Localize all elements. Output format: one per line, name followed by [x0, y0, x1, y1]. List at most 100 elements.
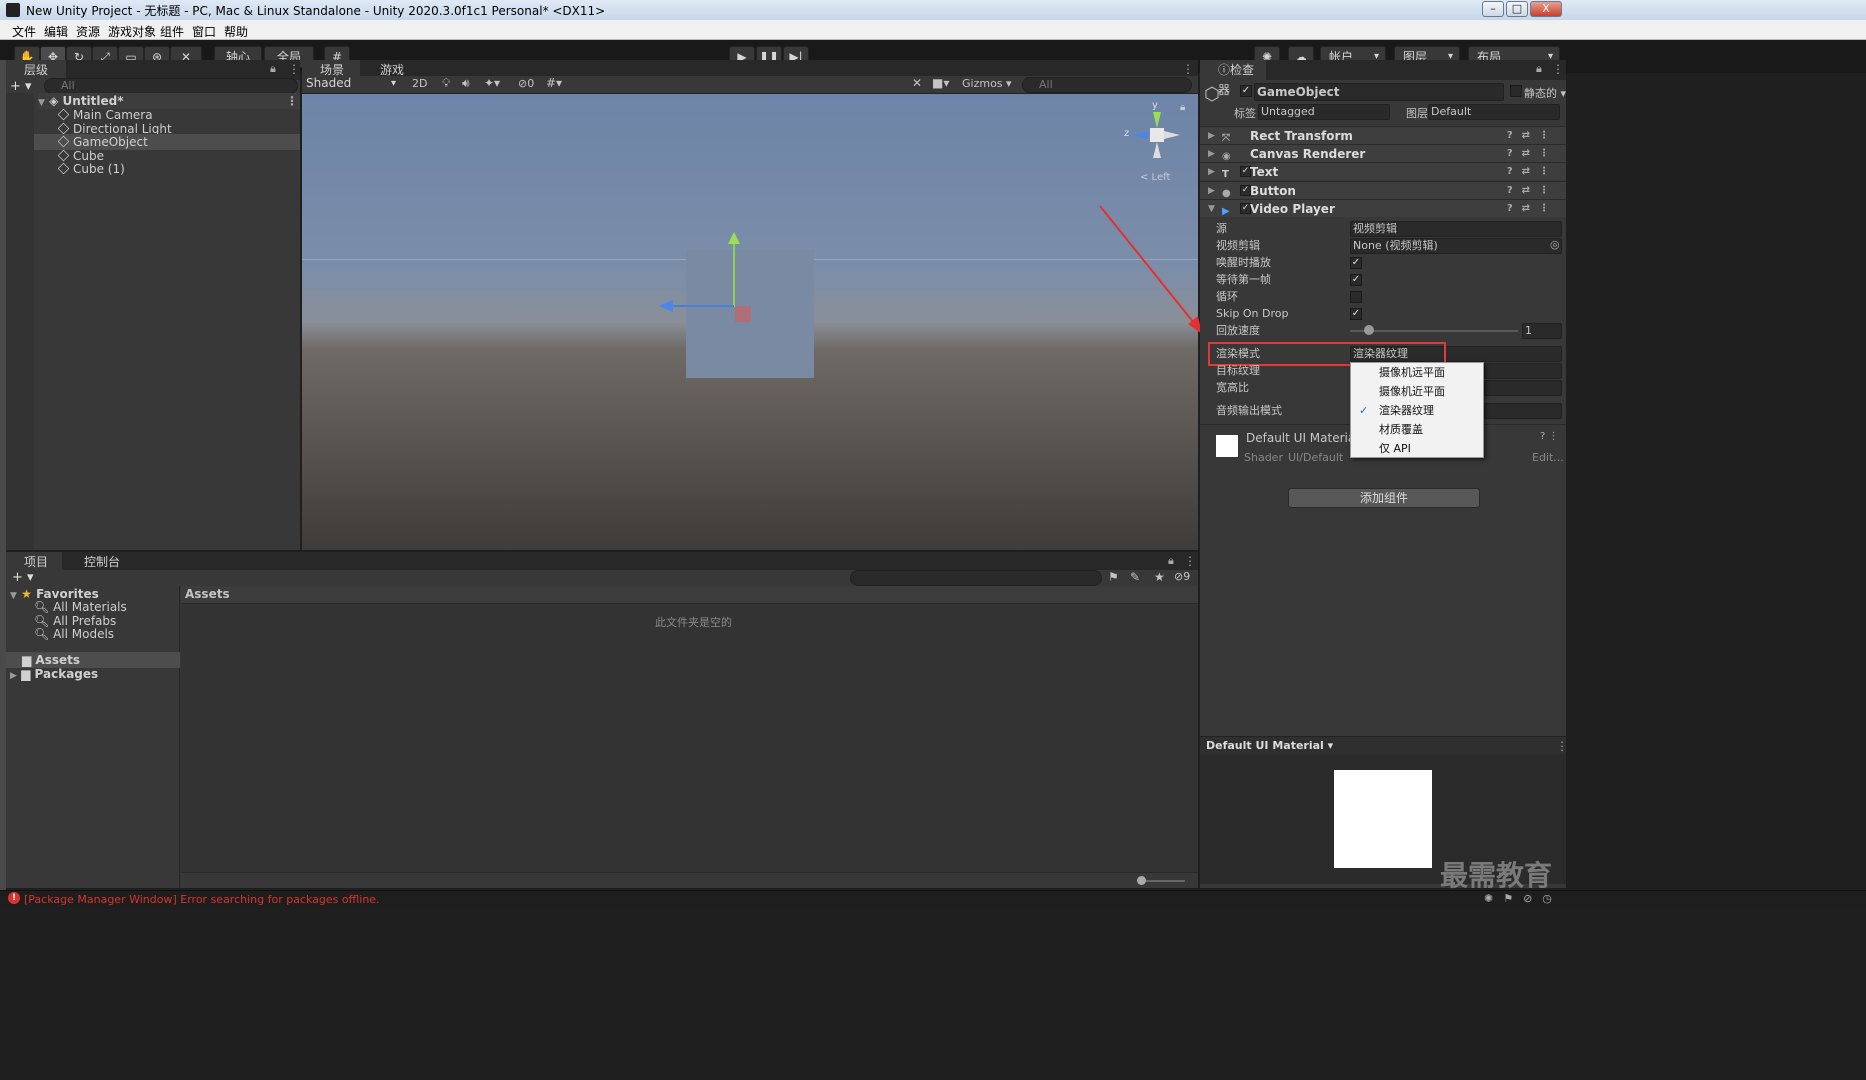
- tab-hierarchy[interactable]: 层级: [6, 60, 66, 80]
- shading-mode-dropdown[interactable]: Shaded: [304, 76, 402, 93]
- project-more-icon[interactable]: ⋮: [1184, 554, 1196, 568]
- scene-viewport[interactable]: y z < Left 🔒︎: [302, 94, 1198, 550]
- audio-output-dropdown[interactable]: [1484, 403, 1562, 419]
- source-dropdown[interactable]: 视频剪辑: [1350, 221, 1562, 237]
- component-tools-icons[interactable]: ?⇄⋮: [1507, 145, 1558, 163]
- static-dropdown[interactable]: 静态的 ▾: [1524, 85, 1566, 101]
- favorites-star-icon[interactable]: ★: [1154, 570, 1165, 584]
- inspector-lock-icon[interactable]: 🔒︎: [1536, 62, 1542, 76]
- loop-checkbox[interactable]: [1350, 291, 1362, 303]
- packages-folder-row[interactable]: ▶ ▆ Packages: [10, 666, 98, 682]
- effects-toggle-icon[interactable]: ✦▾: [484, 76, 500, 90]
- move-gizmo-x-arrow[interactable]: [659, 300, 673, 312]
- playback-speed-slider-track[interactable]: [1350, 330, 1518, 332]
- status-tool-icons[interactable]: ✺⚑⊘◷: [1484, 892, 1562, 905]
- status-error-message[interactable]: [Package Manager Window] Error searching…: [24, 893, 380, 906]
- add-component-button[interactable]: 添加组件: [1288, 488, 1480, 508]
- menu-assets[interactable]: 资源: [76, 23, 100, 40]
- maximize-button[interactable]: □: [1506, 1, 1528, 17]
- menu-gameobject[interactable]: 游戏对象: [108, 23, 156, 40]
- gizmo-center-cube[interactable]: [1150, 128, 1164, 142]
- menu-option-render-texture[interactable]: ✓ 渲染器纹理: [1351, 401, 1485, 420]
- play-on-awake-checkbox[interactable]: ✓: [1350, 257, 1362, 269]
- menu-option-material-override[interactable]: 材质覆盖: [1351, 420, 1485, 439]
- component-video-player[interactable]: ▼ ▶ ✓ Video Player ?⇄⋮: [1200, 199, 1566, 217]
- gizmo-x-cone[interactable]: [1164, 131, 1180, 139]
- gizmos-dropdown[interactable]: Gizmos ▾: [962, 77, 1012, 90]
- gameobject-name-field[interactable]: GameObject: [1254, 83, 1504, 101]
- component-tools-icons[interactable]: ?⇄⋮: [1507, 163, 1558, 181]
- menu-edit[interactable]: 编辑: [44, 23, 68, 40]
- gizmo-neg-y-cone[interactable]: [1153, 142, 1161, 158]
- add-object-button[interactable]: + ▾: [10, 79, 32, 94]
- playback-speed-field[interactable]: 1: [1522, 323, 1562, 339]
- audio-toggle-icon[interactable]: 🔊︎: [462, 76, 470, 91]
- component-canvas-renderer[interactable]: ▶ ◉ Canvas Renderer ?⇄⋮: [1200, 144, 1566, 162]
- camera-icon[interactable]: ■▾: [932, 76, 949, 90]
- preview-title-dropdown[interactable]: Default UI Material ▾: [1206, 739, 1333, 752]
- 2d-toggle[interactable]: 2D: [412, 77, 427, 90]
- menu-component[interactable]: 组件: [160, 23, 184, 40]
- minimize-button[interactable]: –: [1482, 1, 1504, 17]
- tab-inspector[interactable]: ⓘ检查器: [1200, 60, 1266, 97]
- material-tools-icons[interactable]: ? ⋮: [1540, 431, 1559, 442]
- static-checkbox[interactable]: [1510, 85, 1522, 97]
- aspect-ratio-dropdown[interactable]: [1484, 380, 1562, 396]
- favorite-all-models[interactable]: 🔍︎ All Models: [34, 626, 114, 642]
- menu-file[interactable]: 文件: [12, 23, 36, 40]
- lighting-toggle-icon[interactable]: 💡︎: [442, 76, 450, 91]
- hierarchy-item-cube-1[interactable]: Cube (1): [57, 161, 300, 177]
- tab-project[interactable]: 项目: [6, 552, 62, 572]
- preview-more-icon[interactable]: ⋮: [1556, 739, 1568, 753]
- component-button[interactable]: ▶ ● ✓ Button ?⇄⋮: [1200, 181, 1566, 199]
- gizmo-lock-icon[interactable]: 🔒︎: [1180, 102, 1185, 113]
- component-tools-icons[interactable]: ?⇄⋮: [1507, 182, 1558, 200]
- hierarchy-search-input[interactable]: All: [44, 78, 298, 94]
- create-asset-button[interactable]: + ▾: [12, 570, 34, 585]
- menu-option-far-plane[interactable]: 摄像机远平面: [1351, 363, 1485, 382]
- more-icon[interactable]: ⋮: [288, 62, 300, 76]
- lock-icon[interactable]: 🔒︎: [270, 62, 276, 76]
- icon-size-slider-handle[interactable]: [1137, 876, 1146, 885]
- shader-edit-button[interactable]: Edit...: [1532, 451, 1564, 464]
- menu-window[interactable]: 窗口: [192, 23, 216, 40]
- tools-icon[interactable]: ✕: [912, 76, 922, 90]
- menu-option-near-plane[interactable]: 摄像机近平面: [1351, 382, 1485, 401]
- skip-on-drop-checkbox[interactable]: ✓: [1350, 308, 1362, 320]
- move-gizmo-y-axis[interactable]: [733, 239, 735, 307]
- shader-value[interactable]: UI/Default: [1288, 451, 1343, 464]
- scene-more-icon[interactable]: ⋮: [1182, 62, 1194, 76]
- search-by-type-icon[interactable]: ⚑: [1108, 570, 1119, 584]
- tab-console[interactable]: 控制台: [66, 552, 132, 572]
- hidden-packages-toggle[interactable]: ⊘9: [1174, 570, 1190, 583]
- inspector-more-icon[interactable]: ⋮: [1552, 62, 1564, 76]
- hidden-objects-toggle[interactable]: ⊘0: [518, 77, 534, 90]
- grid-toggle-icon[interactable]: #▾: [546, 76, 562, 90]
- component-tools-icons[interactable]: ?⇄⋮: [1507, 200, 1558, 218]
- breadcrumb[interactable]: Assets: [185, 587, 230, 601]
- gizmo-y-cone[interactable]: [1153, 112, 1161, 128]
- close-button[interactable]: X: [1530, 1, 1562, 17]
- move-gizmo-plane-handle[interactable]: [735, 306, 751, 322]
- menu-help[interactable]: 帮助: [224, 23, 248, 40]
- component-rect-transform[interactable]: ▶ ⤧ Rect Transform ?⇄⋮: [1200, 126, 1566, 144]
- move-gizmo-y-arrow[interactable]: [728, 232, 740, 244]
- move-gizmo-x-axis[interactable]: [672, 305, 734, 307]
- search-by-label-icon[interactable]: ✎: [1130, 570, 1140, 584]
- menu-option-api-only[interactable]: 仅 API: [1351, 439, 1485, 458]
- target-texture-field[interactable]: [1484, 363, 1562, 379]
- component-tools-icons[interactable]: ?⇄⋮: [1507, 127, 1558, 145]
- component-text[interactable]: ▶ T ✓ Text ?⇄⋮: [1200, 162, 1566, 180]
- tag-dropdown[interactable]: Untagged: [1258, 104, 1390, 120]
- gizmo-z-cone[interactable]: [1132, 131, 1148, 139]
- layer-dropdown[interactable]: Default: [1428, 104, 1560, 120]
- project-search-input[interactable]: [850, 570, 1102, 586]
- project-lock-icon[interactable]: 🔒︎: [1168, 554, 1174, 568]
- wait-first-frame-checkbox[interactable]: ✓: [1350, 274, 1362, 286]
- scene-search-input[interactable]: All: [1022, 77, 1192, 93]
- video-clip-field[interactable]: None (视频剪辑): [1350, 238, 1562, 254]
- object-picker-icon[interactable]: ◎: [1550, 238, 1560, 251]
- gameobject-active-checkbox[interactable]: ✓: [1240, 85, 1252, 97]
- orientation-gizmo[interactable]: y z < Left: [1122, 100, 1192, 184]
- playback-speed-slider-handle[interactable]: [1364, 325, 1374, 335]
